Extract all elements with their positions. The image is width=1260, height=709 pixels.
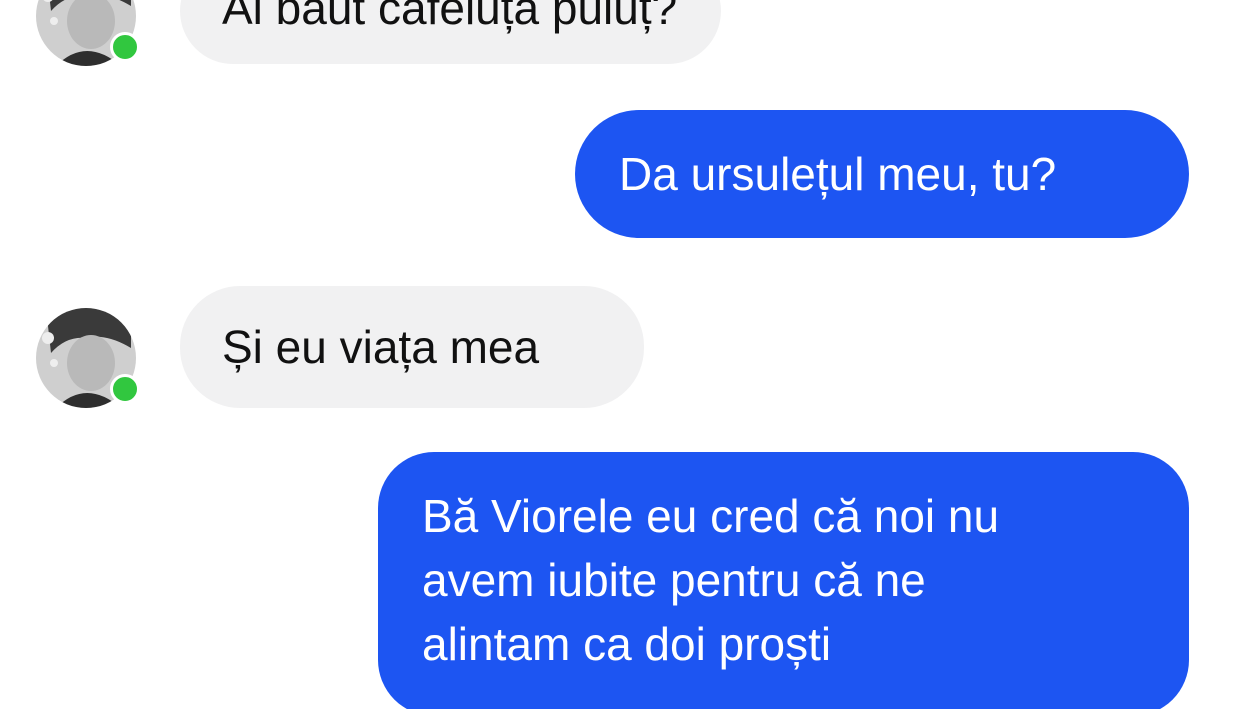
message-line: Bă Viorele eu cred că noi nu xyxy=(422,490,1000,542)
message-text: Ai băut cafeluța puiuț? xyxy=(222,0,678,34)
message-line: avem iubite pentru că ne xyxy=(422,554,926,606)
message-line: alintam ca doi proști xyxy=(422,618,832,670)
contact-avatar[interactable] xyxy=(36,0,140,66)
chat-thread: Ai băut cafeluța puiuț? Da ursulețul meu… xyxy=(0,0,1260,709)
online-status-icon xyxy=(110,32,140,62)
online-status-icon xyxy=(110,374,140,404)
outgoing-message-bubble[interactable]: Bă Viorele eu cred că noi nu avem iubite… xyxy=(378,452,1189,709)
message-text: Și eu viața mea xyxy=(222,321,540,373)
outgoing-message-bubble[interactable]: Da ursulețul meu, tu? xyxy=(575,110,1189,238)
incoming-message-bubble[interactable]: Ai băut cafeluța puiuț? xyxy=(180,0,722,64)
contact-avatar[interactable] xyxy=(36,308,140,408)
incoming-message-bubble[interactable]: Și eu viața mea xyxy=(180,286,644,408)
message-text: Da ursulețul meu, tu? xyxy=(619,148,1057,200)
